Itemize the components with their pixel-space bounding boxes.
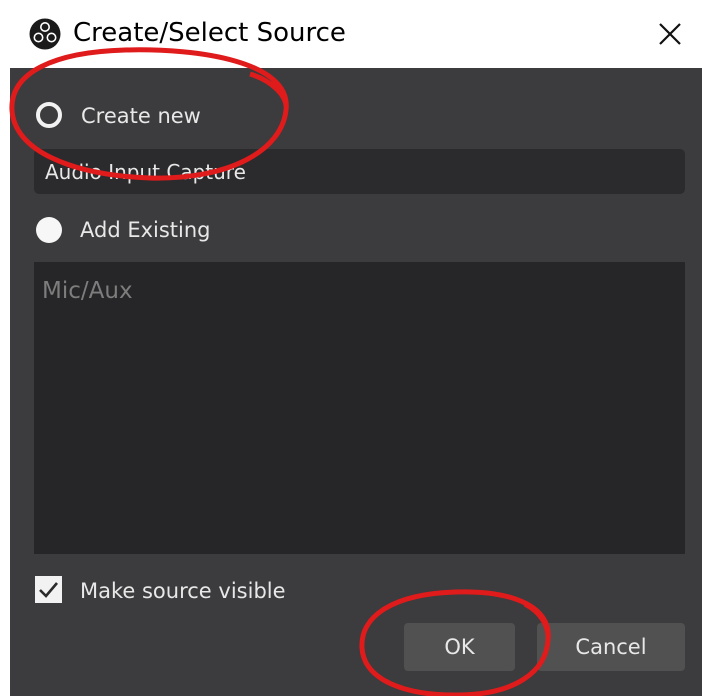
ok-button[interactable]: OK [404, 623, 515, 671]
window-title: Create/Select Source [73, 18, 346, 48]
create-new-label[interactable]: Create new [81, 102, 201, 130]
source-name-input[interactable] [34, 149, 685, 194]
obs-logo-icon [29, 18, 61, 50]
checkmark-icon [39, 582, 58, 598]
make-visible-checkbox[interactable] [35, 576, 62, 603]
list-item[interactable]: Mic/Aux [42, 276, 133, 306]
title-bar: Create/Select Source [0, 0, 702, 68]
existing-sources-list[interactable]: Mic/Aux [34, 262, 685, 554]
cancel-button[interactable]: Cancel [537, 623, 685, 671]
add-existing-label[interactable]: Add Existing [80, 216, 211, 244]
make-visible-label[interactable]: Make source visible [80, 577, 286, 605]
close-icon[interactable] [652, 16, 688, 52]
create-new-radio[interactable] [36, 102, 62, 128]
add-existing-radio[interactable] [36, 217, 62, 243]
